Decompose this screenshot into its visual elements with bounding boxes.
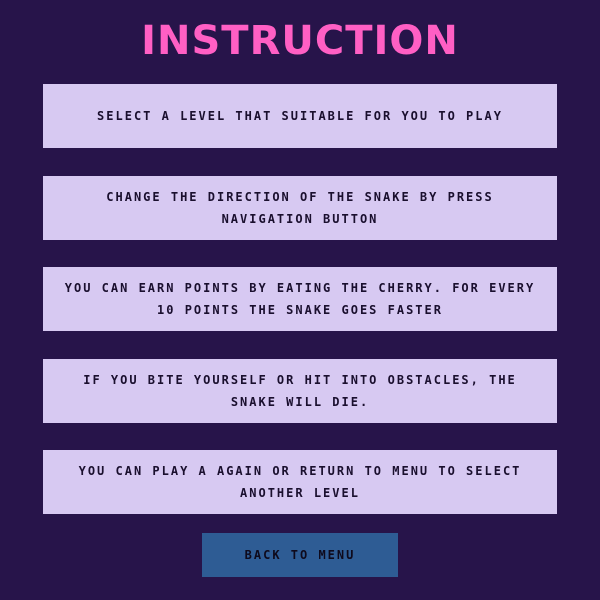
back-to-menu-button[interactable]: Back to Menu [202,533,398,577]
instruction-text: Change the direction of the snake by pre… [106,190,494,226]
instruction-card: You can earn points by eating the cherry… [43,267,557,331]
instruction-card: Select a level that suitable for you to … [43,84,557,148]
instruction-text: You can play a again or return to menu t… [78,464,522,500]
instruction-text: Select a level that suitable for you to … [97,109,503,123]
instruction-card: Change the direction of the snake by pre… [43,176,557,240]
instruction-card: You can play a again or return to menu t… [43,450,557,514]
instruction-text: You can earn points by eating the cherry… [64,281,536,317]
page-title: INSTRUCTION [141,18,459,64]
instruction-text: If you bite yourself or hit into obstacl… [83,373,517,409]
instruction-card: If you bite yourself or hit into obstacl… [43,359,557,423]
